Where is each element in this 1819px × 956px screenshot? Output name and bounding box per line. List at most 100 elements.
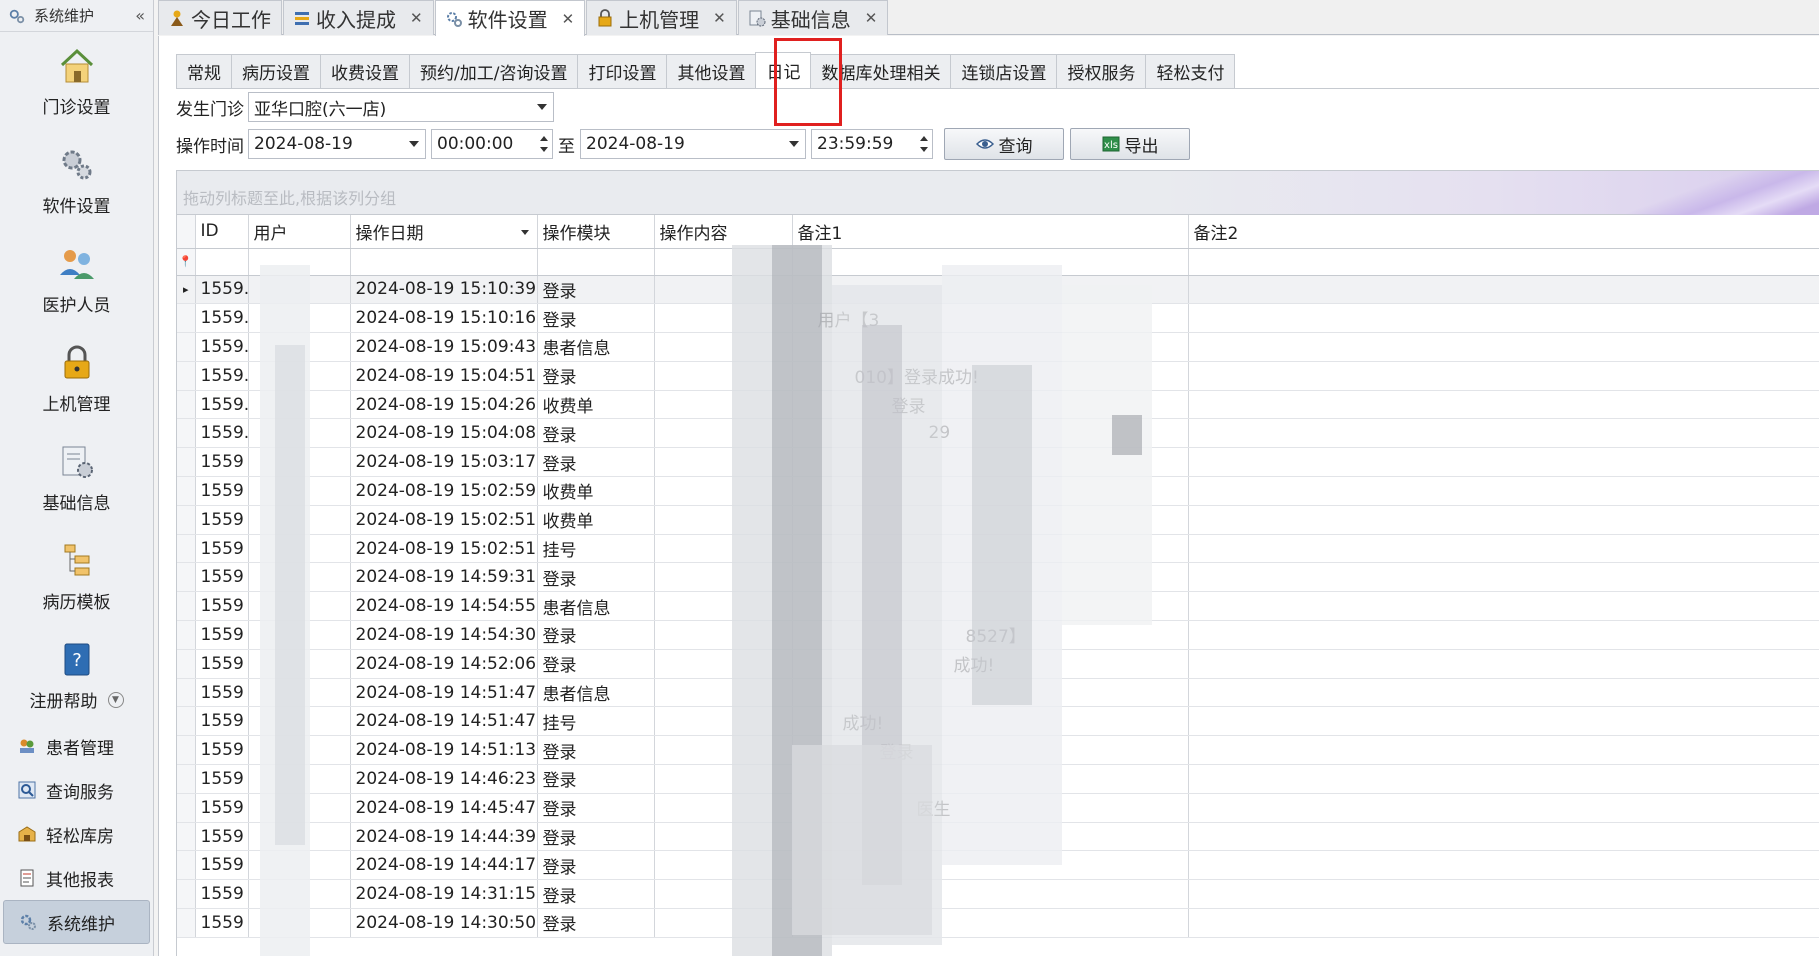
filter-cell[interactable] <box>248 248 351 276</box>
close-icon[interactable]: ✕ <box>865 9 878 27</box>
table-row[interactable]: ▸1559... 2024-08-19 15:10:39登录 <box>177 275 1819 305</box>
cell-user <box>248 735 351 766</box>
date-to-picker[interactable]: 2024-08-19 <box>580 129 806 159</box>
chevron-down-icon[interactable] <box>789 141 799 147</box>
column-header-date[interactable]: 操作日期 <box>350 215 538 249</box>
close-icon[interactable]: ✕ <box>410 9 423 27</box>
chevron-down-icon[interactable] <box>537 104 547 110</box>
nav-register-help[interactable]: ? 注册帮助 ▼ <box>0 626 153 725</box>
subtab-print-settings[interactable]: 打印设置 <box>577 54 668 88</box>
query-button[interactable]: 查询 <box>944 128 1064 160</box>
subtab-general[interactable]: 常规 <box>176 54 232 88</box>
table-row[interactable]: 1559 2024-08-19 14:44:17 登录 <box>177 850 1819 881</box>
table-row[interactable]: 1559 2024-08-19 14:46:23 登录 <box>177 764 1819 794</box>
cell-user <box>248 418 351 449</box>
clinic-select[interactable]: 亚华口腔(六一店) <box>248 92 554 122</box>
subtab-record-settings[interactable]: 病历设置 <box>231 54 321 88</box>
cell-date: 2024-08-19 14:52:06 <box>350 649 538 679</box>
tab-software-settings[interactable]: 软件设置 ✕ <box>434 0 586 36</box>
filter-cell[interactable] <box>537 248 655 276</box>
filter-cell[interactable] <box>350 248 538 276</box>
spin-up-icon[interactable] <box>920 136 928 141</box>
cell-remark1: 医生 <box>792 793 1189 823</box>
table-row[interactable]: 1559 2024-08-19 14:52:06 登录 成功! <box>177 649 1819 679</box>
spin-down-icon[interactable] <box>920 147 928 152</box>
filter-cell[interactable] <box>195 248 249 276</box>
table-row[interactable]: 1559... 2024-08-19 15:04:08登录 29 <box>177 418 1819 449</box>
subtab-other-settings[interactable]: 其他设置 <box>666 54 757 88</box>
close-icon[interactable]: ✕ <box>562 10 575 28</box>
nav-medical-staff[interactable]: 医护人员 <box>0 230 153 329</box>
cell-remark2 <box>1188 793 1819 823</box>
column-header-id[interactable]: ID <box>195 215 249 249</box>
cell-module: 登录 <box>537 764 655 794</box>
table-row[interactable]: 1559 2024-08-19 14:51:47 患者信息 <box>177 678 1819 708</box>
nav-basic-info[interactable]: 基础信息 <box>0 428 153 527</box>
table-row[interactable]: 1559 2024-08-19 15:02:59 收费单 <box>177 476 1819 506</box>
table-row[interactable]: 1559 2024-08-19 14:54:55 患者信息 <box>177 591 1819 622</box>
nav-clinic-settings[interactable]: 门诊设置 <box>0 32 153 131</box>
table-row[interactable]: 1559... 2024-08-19 15:04:51登录 010】登录成功! <box>177 361 1819 391</box>
cell-remark1: 29 <box>792 418 1189 449</box>
sort-desc-icon[interactable] <box>520 229 529 235</box>
column-header-remark2[interactable]: 备注2 <box>1188 215 1819 249</box>
filter-cell[interactable] <box>792 248 1189 276</box>
tab-today-work[interactable]: 今日工作 <box>158 0 282 35</box>
table-row[interactable]: 1559 2024-08-19 14:51:13 登录 登录 <box>177 735 1819 766</box>
expand-circle-icon[interactable]: ▼ <box>107 691 124 708</box>
subtab-chain-store[interactable]: 连锁店设置 <box>950 54 1058 88</box>
cell-module: 挂号 <box>537 706 655 737</box>
subtab-license[interactable]: 授权服务 <box>1056 54 1147 88</box>
table-row[interactable]: 1559 2024-08-19 14:59:31 登录 <box>177 562 1819 593</box>
nav-query-service[interactable]: 查询服务 <box>3 768 150 812</box>
subtab-appointment-settings[interactable]: 预约/加工/咨询设置 <box>409 54 579 88</box>
column-header-module[interactable]: 操作模块 <box>537 215 655 249</box>
time-to-spinner[interactable]: 23:59:59 <box>811 129 933 159</box>
table-row[interactable]: 1559... 2024-08-19 15:04:26收费单 登录 <box>177 390 1819 420</box>
spin-up-icon[interactable] <box>540 136 548 141</box>
gears-icon <box>62 150 91 180</box>
chevron-down-icon[interactable] <box>409 141 419 147</box>
tab-basic-info[interactable]: 基础信息 ✕ <box>737 0 889 35</box>
table-row[interactable]: 1559... 2024-08-19 15:09:43患者信息 <box>177 332 1819 362</box>
time-from-spinner[interactable]: 00:00:00 <box>431 129 553 159</box>
subtab-fee-settings[interactable]: 收费设置 <box>320 54 410 88</box>
sidebar-header[interactable]: 系统维护 « <box>0 0 153 32</box>
nav-login-management[interactable]: 上机管理 <box>0 329 153 428</box>
column-header-content[interactable]: 操作内容 <box>654 215 793 249</box>
spin-down-icon[interactable] <box>540 147 548 152</box>
close-icon[interactable]: ✕ <box>713 9 726 27</box>
filter-cell[interactable] <box>1188 248 1819 276</box>
nav-warehouse[interactable]: 轻松库房 <box>3 812 150 856</box>
collapse-icon[interactable]: « <box>135 6 145 25</box>
table-row[interactable]: 1559... 2024-08-19 15:10:16登录 用户【3 <box>177 303 1819 334</box>
tab-login-management[interactable]: 上机管理 ✕ <box>586 0 737 35</box>
cell-module: 登录 <box>537 879 655 910</box>
date-from-picker[interactable]: 2024-08-19 <box>248 129 426 159</box>
nav-other-reports[interactable]: 其他报表 <box>3 856 150 900</box>
table-row[interactable]: 1559 2024-08-19 14:45:47 登录 医生 <box>177 793 1819 823</box>
remark-fragment: 登录 <box>891 397 926 418</box>
table-row[interactable]: 1559 2024-08-19 15:02:51 挂号 <box>177 534 1819 564</box>
table-row[interactable]: 1559 2024-08-19 14:31:15 登录 <box>177 879 1819 910</box>
table-row[interactable]: 1559 2024-08-19 14:51:47 挂号 成功! <box>177 706 1819 737</box>
nav-system-maintenance[interactable]: 系统维护 <box>3 900 150 944</box>
column-header-user[interactable]: 用户 <box>248 215 351 249</box>
table-row[interactable]: 1559 2024-08-19 14:54:30 登录 8527】 <box>177 620 1819 650</box>
nav-record-templates[interactable]: 病历模板 <box>0 527 153 626</box>
column-header-remark1[interactable]: 备注1 <box>792 215 1189 249</box>
tab-income-commission[interactable]: 收入提成 ✕ <box>283 0 434 35</box>
nav-software-settings[interactable]: 软件设置 <box>0 131 153 230</box>
export-button[interactable]: xls 导出 <box>1070 128 1190 160</box>
table-row[interactable]: 1559 2024-08-19 14:30:50 登录 <box>177 908 1819 938</box>
nav-patient-management[interactable]: 患者管理 <box>3 724 150 768</box>
filter-cell[interactable] <box>654 248 793 276</box>
table-row[interactable]: 1559 2024-08-19 14:44:39 登录 <box>177 822 1819 852</box>
subtab-easy-pay[interactable]: 轻松支付 <box>1145 54 1236 88</box>
group-by-panel[interactable]: 拖动列标题至此,根据该列分组 <box>177 171 1819 215</box>
cell-content <box>654 275 793 305</box>
cell-id: 1559... <box>195 390 249 420</box>
filter-row[interactable]: 📍 <box>177 248 1819 276</box>
table-row[interactable]: 1559 2024-08-19 15:02:51 收费单 <box>177 505 1819 535</box>
table-row[interactable]: 1559 2024-08-19 15:03:17 登录 <box>177 447 1819 478</box>
